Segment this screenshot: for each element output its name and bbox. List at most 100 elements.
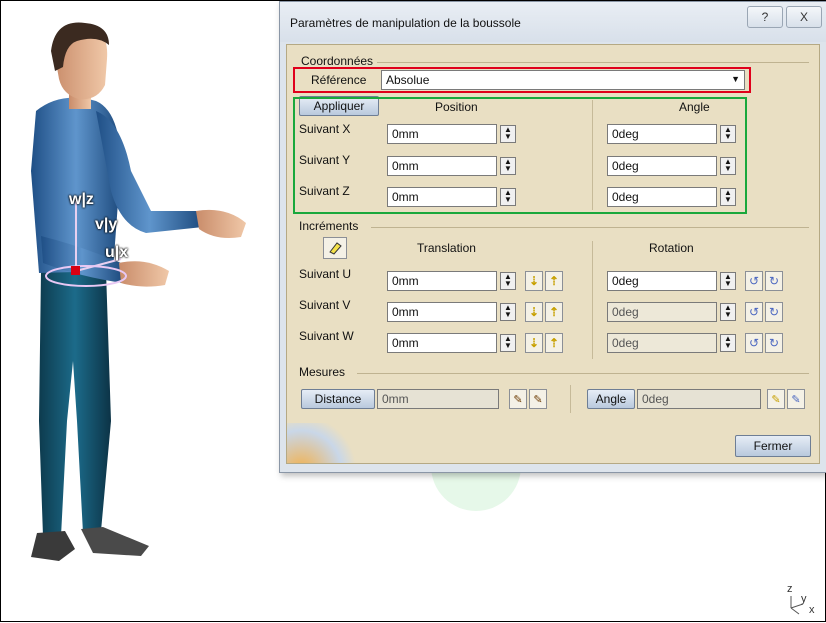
translate-v-negative-button[interactable]: ⇣: [525, 302, 543, 322]
position-y-spinner[interactable]: ▲ ▼: [500, 157, 516, 175]
decorative-corner: [287, 423, 357, 463]
translation-w-input[interactable]: 0mm: [387, 333, 497, 353]
rotate-right-icon: ↻: [768, 305, 780, 319]
rotate-w-negative-button[interactable]: ↺: [745, 333, 763, 353]
translation-w-spinner[interactable]: ▲ ▼: [500, 334, 516, 352]
increments-group-label: Incréments: [299, 219, 359, 233]
rotate-w-positive-button[interactable]: ↻: [765, 333, 783, 353]
rotate-right-icon: ↻: [768, 336, 780, 350]
group-divider: [357, 373, 809, 374]
position-y-input[interactable]: 0mm: [387, 156, 497, 176]
translate-v-positive-button[interactable]: ⇡: [545, 302, 563, 322]
axis-label-x: x: [809, 604, 815, 616]
angle-z-input[interactable]: 0deg: [607, 187, 717, 207]
close-icon: X: [799, 10, 808, 24]
measure-angle-pick2-button[interactable]: ✎: [787, 389, 805, 409]
increment-row-label: Suivant U: [299, 267, 352, 281]
help-button[interactable]: ?: [747, 6, 783, 28]
coord-row-label: Suivant Z: [299, 184, 350, 198]
translate-w-negative-button[interactable]: ⇣: [525, 333, 543, 353]
increment-row-label: Suivant V: [299, 298, 351, 312]
measure-distance-pick-button[interactable]: ✎: [509, 389, 527, 409]
translation-u-input[interactable]: 0mm: [387, 271, 497, 291]
pencil-icon: ✎: [533, 393, 543, 406]
reference-select[interactable]: Absolue ▼: [381, 70, 745, 90]
axis-label-y: y: [801, 593, 807, 605]
rotation-u-input[interactable]: 0deg: [607, 271, 717, 291]
position-x-spinner[interactable]: ▲ ▼: [500, 125, 516, 143]
column-divider: [570, 385, 571, 413]
compass-manipulation-dialog: Paramètres de manipulation de la boussol…: [279, 1, 826, 473]
angle-button[interactable]: Angle: [587, 389, 635, 409]
axis-label-z: z: [787, 583, 793, 595]
reference-label: Référence: [311, 73, 367, 87]
angle-pencil-icon: ✎: [771, 393, 781, 406]
translate-w-positive-button[interactable]: ⇡: [545, 333, 563, 353]
arrow-up-icon: ⇡: [548, 274, 560, 288]
coord-row-label: Suivant Y: [299, 153, 351, 167]
position-z-input[interactable]: 0mm: [387, 187, 497, 207]
viewer-3d: w|z v|y u|x z y x Paramètres de manipula…: [0, 0, 826, 622]
chevron-down-icon: ▼: [731, 74, 740, 84]
translate-u-positive-button[interactable]: ⇡: [545, 271, 563, 291]
angle-header: Angle: [679, 100, 710, 114]
rotation-header: Rotation: [649, 241, 694, 255]
compass-label-v: v|y: [95, 216, 118, 233]
column-divider: [592, 241, 593, 359]
angle-pencil-icon: ✎: [791, 393, 801, 406]
rotate-left-icon: ↺: [748, 305, 760, 319]
group-divider: [371, 227, 809, 228]
pencil-icon: ✎: [513, 393, 523, 406]
dialog-title: Paramètres de manipulation de la boussol…: [290, 16, 521, 30]
compass-label-u: u|x: [105, 244, 129, 261]
angle-y-input[interactable]: 0deg: [607, 156, 717, 176]
position-x-input[interactable]: 0mm: [387, 124, 497, 144]
reset-increments-button[interactable]: [323, 237, 347, 259]
arrow-down-icon: ⇣: [528, 336, 540, 350]
angle-y-spinner[interactable]: ▲ ▼: [720, 157, 736, 175]
rotation-w-spinner[interactable]: ▲ ▼: [720, 334, 736, 352]
translation-u-spinner[interactable]: ▲ ▼: [500, 272, 516, 290]
mannequin-model[interactable]: [1, 1, 281, 623]
translate-u-negative-button[interactable]: ⇣: [525, 271, 543, 291]
rotate-right-icon: ↻: [768, 274, 780, 288]
distance-button[interactable]: Distance: [301, 389, 375, 409]
rotate-u-positive-button[interactable]: ↻: [765, 271, 783, 291]
rotate-v-negative-button[interactable]: ↺: [745, 302, 763, 322]
distance-value: 0mm: [377, 389, 499, 409]
translation-v-spinner[interactable]: ▲ ▼: [500, 303, 516, 321]
close-window-button[interactable]: X: [786, 6, 822, 28]
translation-v-input[interactable]: 0mm: [387, 302, 497, 322]
reference-value: Absolue: [386, 73, 430, 87]
arrow-up-icon: ⇡: [548, 305, 560, 319]
group-divider: [377, 62, 809, 63]
measures-group-label: Mesures: [299, 365, 346, 379]
rotate-v-positive-button[interactable]: ↻: [765, 302, 783, 322]
rotation-u-spinner[interactable]: ▲ ▼: [720, 272, 736, 290]
rotation-v-input[interactable]: 0deg: [607, 302, 717, 322]
position-header: Position: [435, 100, 478, 114]
arrow-down-icon: ⇣: [528, 305, 540, 319]
angle-z-spinner[interactable]: ▲ ▼: [720, 188, 736, 206]
rotation-w-input[interactable]: 0deg: [607, 333, 717, 353]
eraser-icon: [329, 242, 342, 255]
arrow-up-icon: ⇡: [548, 336, 560, 350]
compass-label-w: w|z: [69, 191, 94, 208]
arrow-down-icon: ⇣: [528, 274, 540, 288]
measure-angle-pick-button[interactable]: ✎: [767, 389, 785, 409]
angle-x-input[interactable]: 0deg: [607, 124, 717, 144]
angle-measure-value: 0deg: [637, 389, 761, 409]
translation-header: Translation: [417, 241, 476, 255]
rotate-u-negative-button[interactable]: ↺: [745, 271, 763, 291]
rotate-left-icon: ↺: [748, 274, 760, 288]
coords-group-label: Coordonnées: [301, 54, 374, 68]
measure-distance-pick2-button[interactable]: ✎: [529, 389, 547, 409]
close-button[interactable]: Fermer: [735, 435, 811, 457]
column-divider: [592, 100, 593, 210]
title-bar[interactable]: Paramètres de manipulation de la boussol…: [280, 2, 826, 42]
increment-row-label: Suivant W: [299, 329, 354, 343]
angle-x-spinner[interactable]: ▲ ▼: [720, 125, 736, 143]
position-z-spinner[interactable]: ▲ ▼: [500, 188, 516, 206]
dialog-body: Coordonnées Référence Absolue ▼ Applique…: [286, 44, 820, 464]
rotation-v-spinner[interactable]: ▲ ▼: [720, 303, 736, 321]
